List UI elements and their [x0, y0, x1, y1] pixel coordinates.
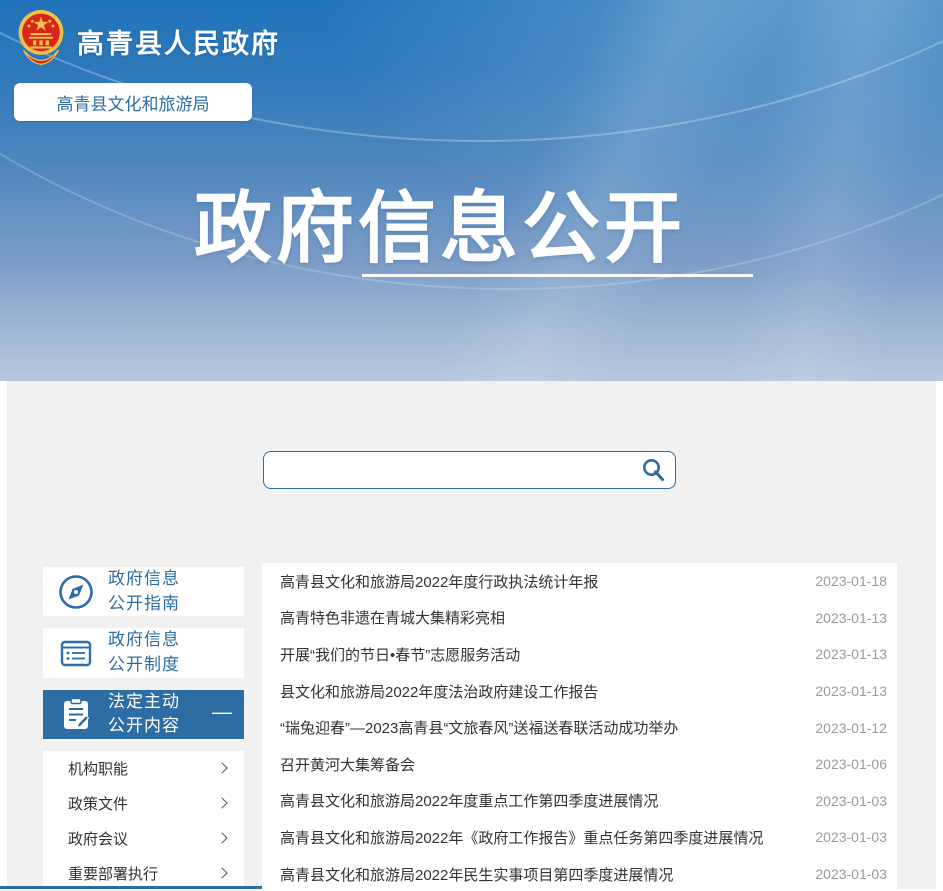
- department-button[interactable]: 高青县文化和旅游局: [14, 83, 252, 121]
- chevron-right-icon: [216, 798, 227, 809]
- sidebar-item-gov-info-system[interactable]: 政府信息 公开制度: [43, 628, 244, 677]
- chevron-right-icon: [216, 833, 227, 844]
- header-banner: 高青县人民政府 高青县文化和旅游局 政府信息公开: [0, 0, 943, 381]
- news-date: 2023-01-12: [815, 720, 887, 736]
- news-date: 2023-01-03: [815, 793, 887, 809]
- news-item[interactable]: 高青县文化和旅游局2022年《政府工作报告》重点任务第四季度进展情况 2023-…: [262, 819, 897, 856]
- sidebar: 政府信息 公开指南 政府信息 公开制度: [43, 567, 244, 889]
- chevron-right-icon: [216, 763, 227, 774]
- news-item[interactable]: 高青县文化和旅游局2022年度重点工作第四季度进展情况 2023-01-03: [262, 783, 897, 820]
- news-list: 高青县文化和旅游局2022年度行政执法统计年报 2023-01-18 高青特色非…: [262, 563, 897, 889]
- news-date: 2023-01-03: [815, 866, 887, 882]
- submenu-label: 政策文件: [68, 793, 128, 814]
- submenu-label: 机构职能: [68, 758, 128, 779]
- submenu-item-agency-functions[interactable]: 机构职能: [43, 751, 244, 786]
- sidebar-item-gov-info-guide[interactable]: 政府信息 公开指南: [43, 567, 244, 616]
- news-title-link[interactable]: 召开黄河大集筹备会: [280, 754, 415, 775]
- news-date: 2023-01-13: [815, 610, 887, 626]
- news-title-link[interactable]: 高青县文化和旅游局2022年《政府工作报告》重点任务第四季度进展情况: [280, 827, 763, 848]
- site-title: 高青县人民政府: [77, 22, 280, 61]
- title-underline: [362, 274, 753, 277]
- site-brand[interactable]: 高青县人民政府: [17, 8, 280, 68]
- news-title-link[interactable]: 高青县文化和旅游局2022年民生实事项目第四季度进展情况: [280, 864, 673, 885]
- submenu-item-gov-meetings[interactable]: 政府会议: [43, 821, 244, 856]
- news-item[interactable]: 高青县文化和旅游局2022年民生实事项目第四季度进展情况 2023-01-03: [262, 856, 897, 889]
- news-item[interactable]: 召开黄河大集筹备会 2023-01-06: [262, 746, 897, 783]
- news-title-link[interactable]: 高青县文化和旅游局2022年度行政执法统计年报: [280, 571, 598, 592]
- news-item[interactable]: 县文化和旅游局2022年度法治政府建设工作报告 2023-01-13: [262, 673, 897, 710]
- submenu-item-policy-documents[interactable]: 政策文件: [43, 786, 244, 821]
- news-title-link[interactable]: 高青特色非遗在青城大集精彩亮相: [280, 607, 505, 628]
- sidebar-item-label: 政府信息 公开指南: [108, 567, 180, 616]
- submenu-label: 政府会议: [68, 828, 128, 849]
- news-date: 2023-01-06: [815, 756, 887, 772]
- news-title-link[interactable]: 高青县文化和旅游局2022年度重点工作第四季度进展情况: [280, 790, 658, 811]
- search-input[interactable]: [264, 452, 631, 488]
- news-date: 2023-01-13: [815, 683, 887, 699]
- sidebar-item-label: 政府信息 公开制度: [108, 628, 180, 677]
- search-box: [263, 451, 676, 489]
- search-button[interactable]: [631, 452, 675, 488]
- news-item[interactable]: 高青特色非遗在青城大集精彩亮相 2023-01-13: [262, 600, 897, 637]
- page-title: 政府信息公开: [0, 166, 880, 278]
- submenu-label: 重要部署执行: [68, 863, 158, 884]
- news-date: 2023-01-03: [815, 829, 887, 845]
- search-magnifier-icon: [640, 457, 666, 483]
- news-item[interactable]: 开展“我们的节日•春节”志愿服务活动 2023-01-13: [262, 636, 897, 673]
- compass-icon: [57, 573, 95, 611]
- collapse-minus-icon[interactable]: —: [212, 703, 232, 723]
- document-list-icon: [57, 634, 95, 672]
- content-area: 政府信息 公开指南 政府信息 公开制度: [7, 381, 936, 889]
- sidebar-item-label: 法定主动 公开内容: [108, 690, 180, 739]
- news-title-link[interactable]: 开展“我们的节日•春节”志愿服务活动: [280, 644, 520, 665]
- news-item[interactable]: 高青县文化和旅游局2022年度行政执法统计年报 2023-01-18: [262, 563, 897, 600]
- news-item[interactable]: “瑞兔迎春”—2023高青县“文旅春风”送福送春联活动成功举办 2023-01-…: [262, 709, 897, 746]
- news-title-link[interactable]: 县文化和旅游局2022年度法治政府建设工作报告: [280, 681, 598, 702]
- chevron-right-icon: [216, 868, 227, 879]
- clipboard-pencil-icon: [57, 695, 95, 733]
- national-emblem-icon: [17, 8, 65, 68]
- news-date: 2023-01-18: [815, 573, 887, 589]
- news-title-link[interactable]: “瑞兔迎春”—2023高青县“文旅春风”送福送春联活动成功举办: [280, 717, 678, 738]
- sidebar-item-statutory-disclosure[interactable]: 法定主动 公开内容 —: [43, 690, 244, 739]
- sidebar-submenu: 机构职能 政策文件 政府会议 重要部署执行: [43, 751, 244, 891]
- news-date: 2023-01-13: [815, 646, 887, 662]
